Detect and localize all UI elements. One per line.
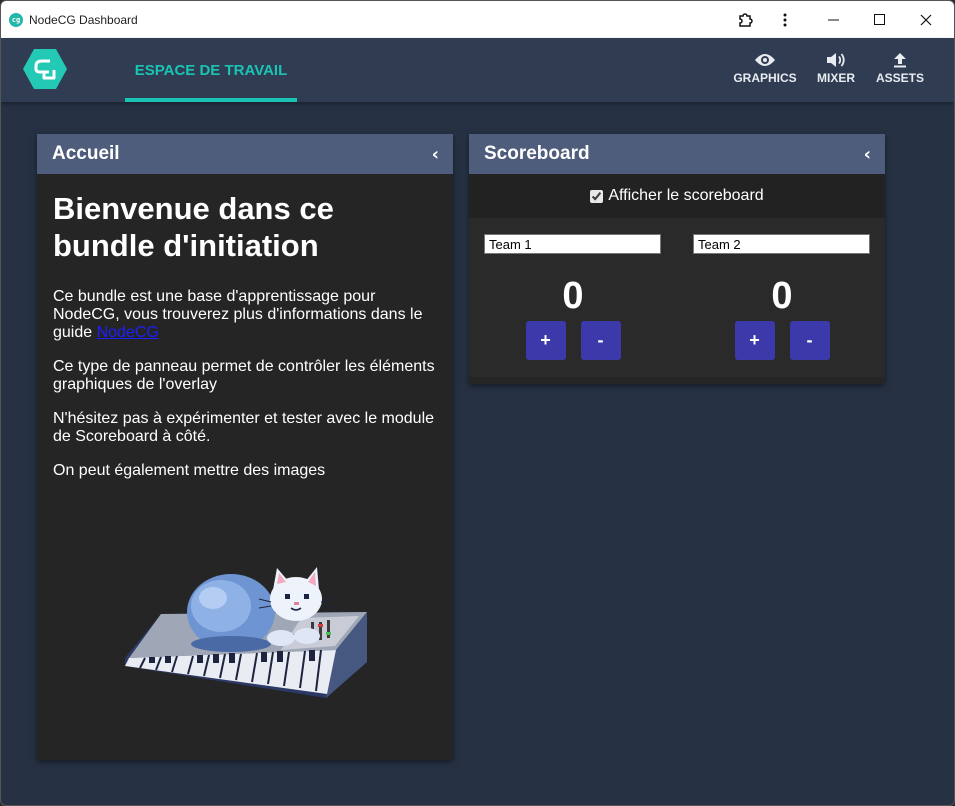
active-tab-indicator [125,98,297,102]
team-2-name-input[interactable] [693,234,870,254]
assets-button[interactable]: ASSETS [876,52,925,92]
volume-icon [827,53,845,67]
upload-icon [894,53,906,68]
graphics-button[interactable]: GRAPHICS [733,52,797,92]
welcome-heading: Bienvenue dans ce bundle d'initiation [53,191,334,263]
assets-label: ASSETS [876,71,925,85]
eye-icon [755,54,775,66]
team-2-card: 0 + - [693,234,871,360]
scoreboard-panel: Scoreboard ‹ Afficher le scoreboard 0 + … [469,134,885,384]
cat-on-synthesizer-image [125,567,367,698]
nodecg-app-icon: cg [9,12,23,27]
team-1-increment-button[interactable]: + [525,321,566,360]
mixer-button[interactable]: MIXER [816,52,856,92]
intro-paragraph: Ce bundle est une base d'apprentissage p… [53,288,437,342]
accueil-panel-header: Accueil ‹ [37,134,453,174]
accueil-panel-title: Accueil [52,143,120,164]
scoreboard-toggle-row: Afficher le scoreboard [469,174,885,218]
experiment-paragraph: N'hésitez pas à expérimenter et tester a… [53,410,435,445]
team-1-name-input[interactable] [484,234,661,254]
tab-workspace[interactable]: ESPACE DE TRAVAIL [125,38,297,102]
scoreboard-panel-header: Scoreboard ‹ [469,134,885,174]
scoreboard-panel-title: Scoreboard [484,143,590,164]
show-scoreboard-checkbox[interactable] [590,189,604,203]
scoreboard-teams: 0 + - 0 + - [469,218,885,377]
images-paragraph: On peut également mettre des images [53,462,326,479]
nodecg-logo-icon[interactable] [22,48,68,90]
team-2-increment-button[interactable]: + [734,321,775,360]
close-button[interactable] [903,1,949,38]
show-scoreboard-label: Afficher le scoreboard [608,187,764,204]
team-1-decrement-button[interactable]: - [580,321,621,360]
team-1-card: 0 + - [484,234,662,360]
accueil-panel: Accueil ‹ Bienvenue dans ce bundle d'ini… [37,134,453,760]
nodecg-guide-link[interactable]: NodeCG [97,324,159,341]
collapse-chevron-icon[interactable]: ‹ [864,144,871,165]
tab-workspace-label: ESPACE DE TRAVAIL [134,61,288,79]
top-navigation-bar: ESPACE DE TRAVAIL GRAPHICS MIXER ASSETS [1,38,954,102]
minimize-button[interactable] [811,1,857,38]
window-title: NodeCG Dashboard [29,12,138,27]
graphics-label: GRAPHICS [733,71,797,85]
maximize-button[interactable] [857,1,903,38]
team-2-decrement-button[interactable]: - [789,321,830,360]
panel-info-paragraph: Ce type de panneau permet de contrôler l… [53,358,435,393]
title-bar: cg NodeCG Dashboard [1,1,954,38]
more-options-icon[interactable] [762,1,808,38]
app-window: cg NodeCG Dashboard ESPACE DE TRAVAIL GR… [0,0,955,806]
accueil-panel-body: Bienvenue dans ce bundle d'initiation Ce… [37,174,453,512]
team-2-score: 0 [771,275,793,317]
team-1-score: 0 [562,275,584,317]
mixer-label: MIXER [816,71,855,85]
collapse-chevron-icon[interactable]: ‹ [432,144,439,165]
